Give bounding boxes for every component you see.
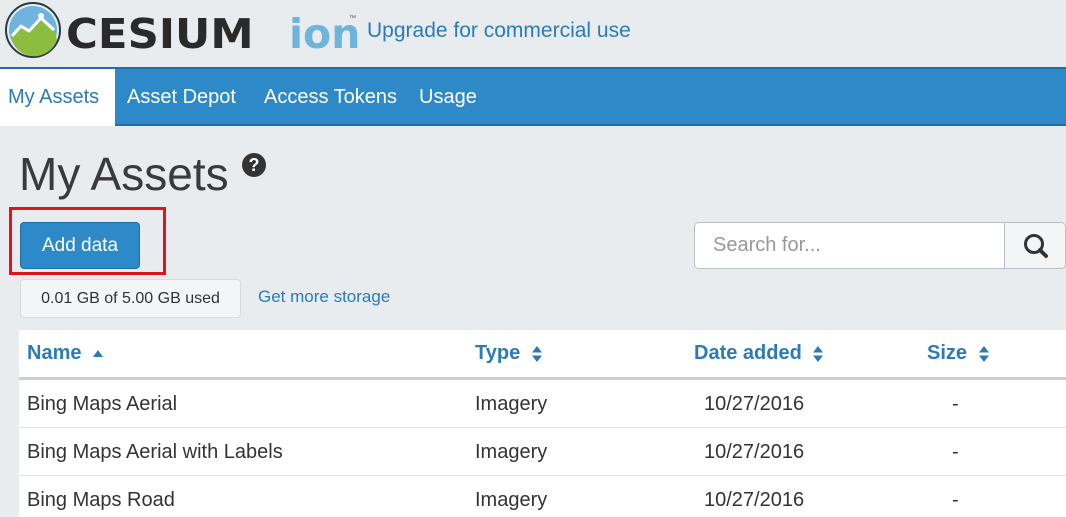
search-group <box>694 222 1066 269</box>
cesium-logo-icon[interactable] <box>5 2 61 58</box>
cell-name: Bing Maps Aerial <box>27 393 178 415</box>
column-header-label: Type <box>475 342 521 364</box>
sort-both-icon <box>531 345 542 362</box>
search-icon <box>1024 234 1048 258</box>
upgrade-link[interactable]: Upgrade for commercial use <box>367 19 631 43</box>
tab-asset-depot[interactable]: Asset Depot <box>119 69 244 126</box>
cell-type: Imagery <box>475 393 548 415</box>
table-row[interactable]: Bing Maps Aerial Imagery 10/27/2016 - <box>19 380 1066 428</box>
column-header-label: Date added <box>694 342 802 364</box>
table-row[interactable]: Bing Maps Road Imagery 10/27/2016 - <box>19 476 1066 517</box>
column-header-label: Name <box>27 342 82 364</box>
add-data-button[interactable]: Add data <box>20 222 140 269</box>
cell-name: Bing Maps Aerial with Labels <box>27 441 283 463</box>
cell-type: Imagery <box>475 489 548 511</box>
tab-my-assets[interactable]: My Assets <box>0 69 115 126</box>
sort-both-icon <box>978 345 989 362</box>
column-header-name[interactable]: Name <box>27 330 104 377</box>
sort-both-icon <box>813 345 824 362</box>
search-input[interactable] <box>695 223 1005 268</box>
search-button[interactable] <box>1004 223 1065 268</box>
column-header-size[interactable]: Size <box>927 330 990 377</box>
cell-type: Imagery <box>475 441 548 463</box>
page-title: My Assets <box>19 148 229 200</box>
assets-table: Name Type Date added Size Bing Maps Aeri… <box>19 330 1066 517</box>
cell-name: Bing Maps Road <box>27 489 175 511</box>
storage-usage-badge: 0.01 GB of 5.00 GB used <box>20 279 241 318</box>
get-more-storage-link[interactable]: Get more storage <box>258 287 390 307</box>
tab-access-tokens[interactable]: Access Tokens <box>256 69 405 126</box>
cell-size: - <box>952 393 959 415</box>
column-header-type[interactable]: Type <box>475 330 543 377</box>
sort-ascending-icon <box>93 349 104 357</box>
cell-size: - <box>952 441 959 463</box>
tab-usage[interactable]: Usage <box>411 69 485 126</box>
cell-date: 10/27/2016 <box>704 441 805 463</box>
cell-size: - <box>952 489 959 511</box>
column-header-date-added[interactable]: Date added <box>694 330 824 377</box>
cell-date: 10/27/2016 <box>704 489 805 511</box>
app-header: CESIUM ion ™ Upgrade for commercial use <box>0 0 1066 67</box>
column-header-label: Size <box>927 342 968 364</box>
trademark-mark: ™ <box>349 15 356 22</box>
help-icon[interactable]: ? <box>242 153 266 177</box>
main-nav: My Assets Asset Depot Access Tokens Usag… <box>0 67 1066 126</box>
table-row[interactable]: Bing Maps Aerial with Labels Imagery 10/… <box>19 428 1066 476</box>
cell-date: 10/27/2016 <box>704 393 805 415</box>
brand-name: CESIUM <box>66 10 254 58</box>
